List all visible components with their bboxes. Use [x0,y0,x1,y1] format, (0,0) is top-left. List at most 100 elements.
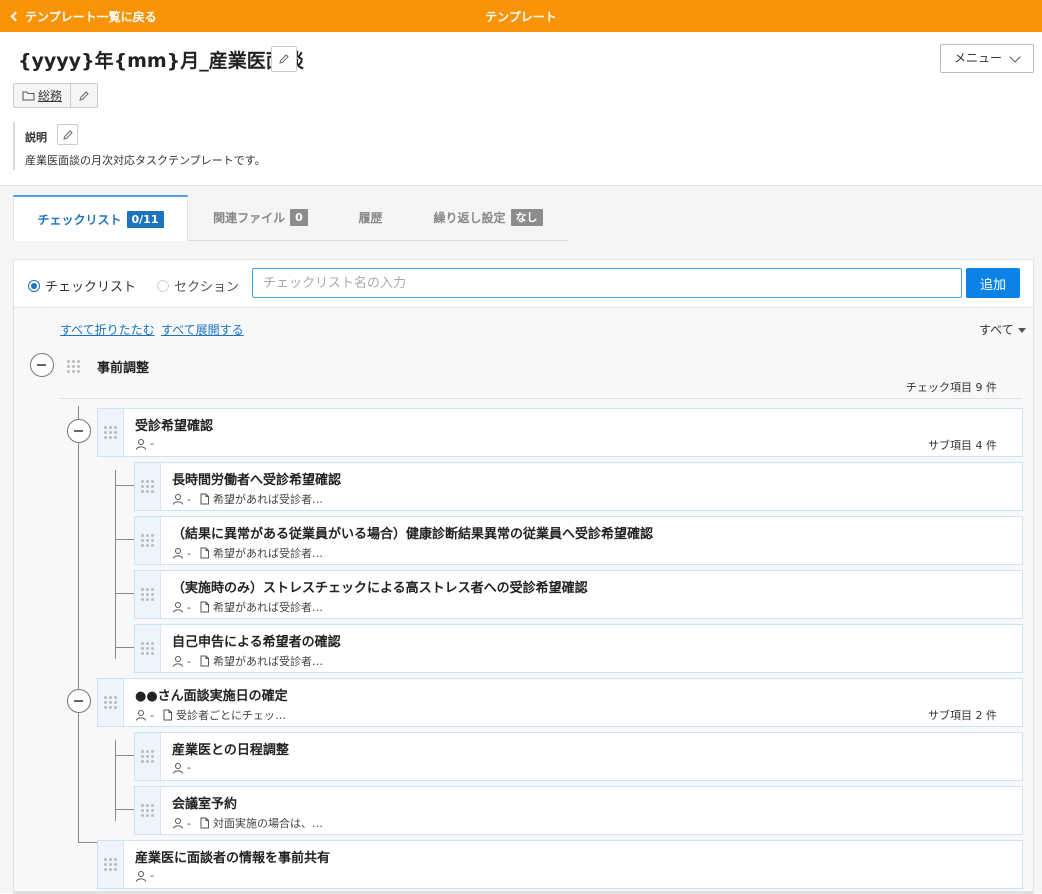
person-icon [173,762,183,774]
radio-checklist[interactable]: チェックリスト [28,276,136,295]
collapse-all-link[interactable]: すべて折りたたむ [60,321,155,338]
radio-label: チェックリスト [45,280,137,295]
add-button[interactable]: 追加 [966,268,1020,298]
checklist-item[interactable]: （結果に異常がある従業員がいる場合）健康診断結果異常の従業員へ受診希望確認 - 希… [134,516,1023,565]
item-assignee: - [150,708,154,722]
checklist-tree: すべて折りたたむ すべて展開する すべて 事前調整 チェック項目 9 件 受診希… [14,308,1033,893]
memo-icon [200,817,209,829]
checklist-count-badge: 0/11 [126,210,164,228]
folder-icon [22,91,35,101]
drag-handle[interactable] [135,733,161,780]
tree-line [115,647,134,648]
menu-button[interactable]: メニュー [940,44,1034,73]
item-collapse-button[interactable] [67,689,91,713]
drag-handle-icon [141,534,154,547]
item-assignee: - [187,492,191,506]
item-assignee: - [187,600,191,614]
drag-handle-icon [141,642,154,655]
drag-handle[interactable] [98,679,124,726]
tab-related-files[interactable]: 関連ファイル 0 [188,195,333,241]
memo-icon [163,709,172,721]
item-title: 受診希望確認 [135,419,214,434]
tab-history[interactable]: 履歴 [333,195,408,241]
drag-handle[interactable] [135,463,161,510]
person-icon [136,710,146,721]
tree-line [115,755,134,756]
drag-handle[interactable] [98,409,124,456]
item-note: 希望があれば受診者… [212,493,323,506]
checklist-item[interactable]: 産業医に面談者の情報を事前共有 - [97,840,1023,889]
edit-description-button[interactable] [57,124,78,145]
drag-handle-icon[interactable] [67,360,80,373]
item-collapse-button[interactable] [67,419,91,443]
person-icon [173,818,183,829]
checklist-item[interactable]: （実施時のみ）ストレスチェックによる高ストレス者への受診希望確認 - 希望があれば… [134,570,1023,619]
drag-handle-icon [141,480,154,493]
section-item-count: チェック項目 9 件 [906,381,997,394]
filter-dropdown[interactable]: すべて [979,321,1026,338]
folder-link[interactable]: 総務 [13,83,72,108]
drag-handle[interactable] [135,517,161,564]
item-note: 対面実施の場合は、… [212,817,323,830]
drag-handle-icon [141,588,154,601]
checklist-item[interactable]: 会議室予約 - 対面実施の場合は、… [134,786,1023,835]
pencil-icon [62,129,73,140]
drag-handle[interactable] [135,625,161,672]
item-meta: - [135,437,154,450]
radio-section[interactable]: セクション [157,276,239,295]
drag-handle-icon [104,858,117,871]
item-assignee: - [187,816,191,830]
person-icon [173,494,183,505]
item-assignee: - [150,869,154,882]
tree-line [78,406,79,842]
item-meta: - 希望があれば受診者… [172,545,323,561]
tree-line [78,842,98,843]
checklist-item[interactable]: ●●さん面談実施日の確定 - 受診者ごとにチェッ… サブ項目 2 件 [97,678,1023,727]
checklist-item[interactable]: 産業医との日程調整 - [134,732,1023,781]
item-assignee: - [187,546,191,560]
expand-all-link[interactable]: すべて展開する [161,321,244,338]
tab-repeat-settings[interactable]: 繰り返し設定 なし [408,195,568,241]
filter-label: すべて [979,323,1014,337]
edit-folder-button[interactable] [71,83,99,108]
drag-handle[interactable] [135,787,161,834]
drag-handle[interactable] [135,571,161,618]
caret-down-icon [1017,328,1026,333]
tree-line [115,593,134,594]
person-icon [136,438,146,450]
radio-dot [28,279,40,292]
item-meta: - 希望があれば受診者… [172,653,323,669]
pencil-icon [79,90,89,101]
person-icon [173,656,183,667]
memo-icon [200,493,209,505]
folder-name: 総務 [38,89,63,103]
person-icon [173,548,183,559]
checklist-panel: チェックリスト セクション 追加 すべて折りたたむ すべて展開する すべて 事前… [13,259,1034,894]
checklist-item[interactable]: 受診希望確認 - サブ項目 4 件 [97,408,1023,457]
tab-label: 繰り返し設定 [433,211,506,225]
checklist-item[interactable]: 自己申告による希望者の確認 - 希望があれば受診者… [134,624,1023,673]
radio-dot [157,279,169,292]
item-assignee: - [187,761,191,774]
drag-handle[interactable] [98,841,124,888]
item-meta: - 希望があれば受診者… [172,491,323,507]
checklist-name-input[interactable] [252,268,962,298]
checklist-item[interactable]: 長時間労働者へ受診希望確認 - 希望があれば受診者… [134,462,1023,511]
item-meta: - 対面実施の場合は、… [172,815,323,831]
item-title: （結果に異常がある従業員がいる場合）健康診断結果異常の従業員へ受診希望確認 [172,527,654,542]
tab-checklist[interactable]: チェックリスト 0/11 [13,195,188,241]
description-text: 産業医面談の月次対応タスクテンプレートです。 [25,154,266,167]
folder-group: 総務 [13,83,99,108]
sub-item-count: サブ項目 2 件 [928,709,997,722]
section-collapse-button[interactable] [30,353,54,377]
item-assignee: - [150,437,154,450]
page-title: {yyyy}年{mm}月_産業医面談 [18,50,304,72]
item-note: 希望があれば受診者… [212,601,323,614]
edit-title-button[interactable] [271,46,297,72]
tab-label: チェックリスト [37,212,122,227]
item-title: 産業医に面談者の情報を事前共有 [135,851,331,866]
files-count-badge: 0 [290,209,308,226]
sub-item-count: サブ項目 4 件 [928,439,997,452]
section-title: 事前調整 [97,361,150,376]
pencil-icon [279,54,289,64]
